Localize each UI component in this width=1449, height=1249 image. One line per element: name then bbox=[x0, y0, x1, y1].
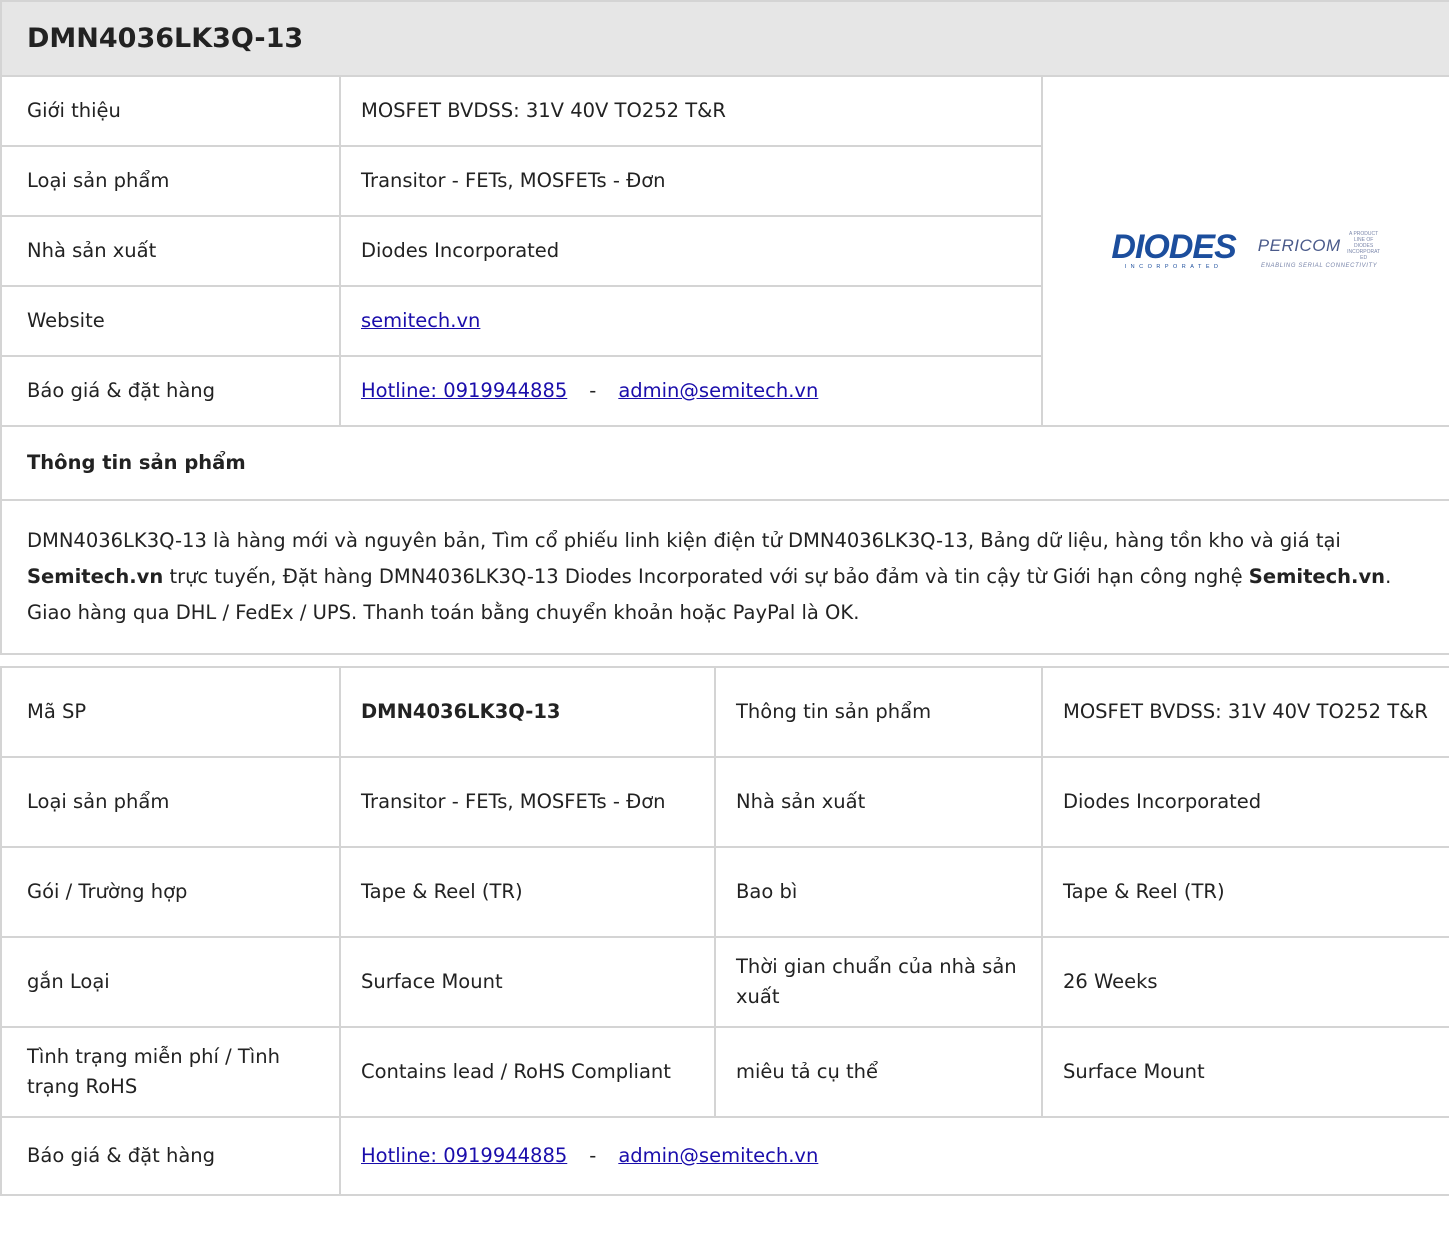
website-link[interactable]: semitech.vn bbox=[361, 309, 480, 332]
spec-label: Mã SP bbox=[0, 666, 341, 758]
contact-separator: - bbox=[589, 1144, 597, 1167]
spec-label-quote-order: Báo giá & đặt hàng bbox=[0, 1116, 341, 1196]
logo-group: DIODES INCORPORATED PERICOM A PRODUCT LI… bbox=[1111, 228, 1381, 271]
product-description: DMN4036LK3Q-13 là hàng mới và nguyên bản… bbox=[0, 499, 1449, 655]
pericom-logo: PERICOM A PRODUCT LINE OF DIODES INCORPO… bbox=[1258, 231, 1381, 271]
spec-label: Gói / Trường hợp bbox=[0, 846, 341, 938]
label-intro: Giới thiệu bbox=[0, 75, 341, 147]
spec-value: Transitor - FETs, MOSFETs - Đơn bbox=[339, 756, 716, 848]
pericom-logo-tagline: ENABLING SERIAL CONNECTIVITY bbox=[1260, 263, 1378, 269]
spec-value: MOSFET BVDSS: 31V 40V TO252 T&R bbox=[1041, 666, 1449, 758]
pericom-logo-note: A PRODUCT LINE OF DIODES INCORPORATED bbox=[1347, 231, 1381, 261]
email-link[interactable]: admin@semitech.vn bbox=[618, 1144, 818, 1167]
hotline-link[interactable]: Hotline: 0919944885 bbox=[361, 1144, 567, 1167]
spec-value: Tape & Reel (TR) bbox=[1041, 846, 1449, 938]
spec-value: DMN4036LK3Q-13 bbox=[339, 666, 716, 758]
table-row: Báo giá & đặt hàng Hotline: 0919944885- a… bbox=[0, 1116, 1449, 1196]
description-text-1: DMN4036LK3Q-13 là hàng mới và nguyên bản… bbox=[27, 529, 1341, 552]
diodes-logo-subtext: INCORPORATED bbox=[1124, 264, 1223, 270]
label-website: Website bbox=[0, 285, 341, 357]
spec-value: Tape & Reel (TR) bbox=[339, 846, 716, 938]
spec-label: Nhà sản xuất bbox=[714, 756, 1043, 848]
contact-separator: - bbox=[589, 379, 597, 402]
label-product-type: Loại sản phẩm bbox=[0, 145, 341, 217]
spec-label: Loại sản phẩm bbox=[0, 756, 341, 848]
manufacturer-logo: DIODES INCORPORATED PERICOM A PRODUCT LI… bbox=[1040, 75, 1449, 427]
website-cell: semitech.vn bbox=[339, 285, 1043, 357]
description-text-2: trực tuyến, Đặt hàng DMN4036LK3Q-13 Diod… bbox=[163, 565, 1249, 588]
description-brand-1: Semitech.vn bbox=[27, 565, 164, 588]
label-quote-order: Báo giá & đặt hàng bbox=[0, 355, 341, 427]
spec-label: Tình trạng miễn phí / Tình trạng RoHS bbox=[0, 1026, 341, 1118]
spec-value: Surface Mount bbox=[1041, 1026, 1449, 1118]
email-link[interactable]: admin@semitech.vn bbox=[618, 379, 818, 402]
product-specs-table: Mã SP DMN4036LK3Q-13 Thông tin sản phẩm … bbox=[0, 666, 1449, 1196]
hotline-link[interactable]: Hotline: 0919944885 bbox=[361, 379, 567, 402]
table-row: Tình trạng miễn phí / Tình trạng RoHS Co… bbox=[0, 1026, 1449, 1118]
table-row: gắn Loại Surface Mount Thời gian chuẩn c… bbox=[0, 936, 1449, 1028]
diodes-logo-text: DIODES bbox=[1111, 228, 1236, 266]
value-manufacturer: Diodes Incorporated bbox=[339, 215, 1043, 287]
description-brand-2: Semitech.vn bbox=[1248, 565, 1386, 588]
spec-contact-cell: Hotline: 0919944885- admin@semitech.vn bbox=[339, 1116, 1449, 1196]
spec-label: Thông tin sản phẩm bbox=[714, 666, 1043, 758]
section-title: Thông tin sản phẩm bbox=[0, 425, 1449, 501]
spec-value: Diodes Incorporated bbox=[1041, 756, 1449, 848]
product-page: DMN4036LK3Q-13 Giới thiệu MOSFET BVDSS: … bbox=[0, 0, 1449, 1249]
product-summary-table: DMN4036LK3Q-13 Giới thiệu MOSFET BVDSS: … bbox=[0, 0, 1449, 655]
table-row: Mã SP DMN4036LK3Q-13 Thông tin sản phẩm … bbox=[0, 666, 1449, 758]
page-title: DMN4036LK3Q-13 bbox=[0, 0, 1449, 77]
table-row: Loại sản phẩm Transitor - FETs, MOSFETs … bbox=[0, 756, 1449, 848]
spec-label: miêu tả cụ thể bbox=[714, 1026, 1043, 1118]
table-row: Gói / Trường hợp Tape & Reel (TR) Bao bì… bbox=[0, 846, 1449, 938]
spec-label: Bao bì bbox=[714, 846, 1043, 938]
pericom-logo-text: PERICOM bbox=[1257, 236, 1341, 255]
value-product-type: Transitor - FETs, MOSFETs - Đơn bbox=[339, 145, 1043, 217]
pericom-logo-top: PERICOM A PRODUCT LINE OF DIODES INCORPO… bbox=[1258, 231, 1381, 261]
contact-cell: Hotline: 0919944885- admin@semitech.vn bbox=[339, 355, 1043, 427]
spec-value: Contains lead / RoHS Compliant bbox=[339, 1026, 716, 1118]
diodes-logo: DIODES INCORPORATED bbox=[1111, 228, 1236, 271]
spec-label: gắn Loại bbox=[0, 936, 341, 1028]
spec-value: 26 Weeks bbox=[1041, 936, 1449, 1028]
spec-value: Surface Mount bbox=[339, 936, 716, 1028]
label-manufacturer: Nhà sản xuất bbox=[0, 215, 341, 287]
value-intro: MOSFET BVDSS: 31V 40V TO252 T&R bbox=[339, 75, 1043, 147]
spec-label: Thời gian chuẩn của nhà sản xuất bbox=[714, 936, 1043, 1028]
